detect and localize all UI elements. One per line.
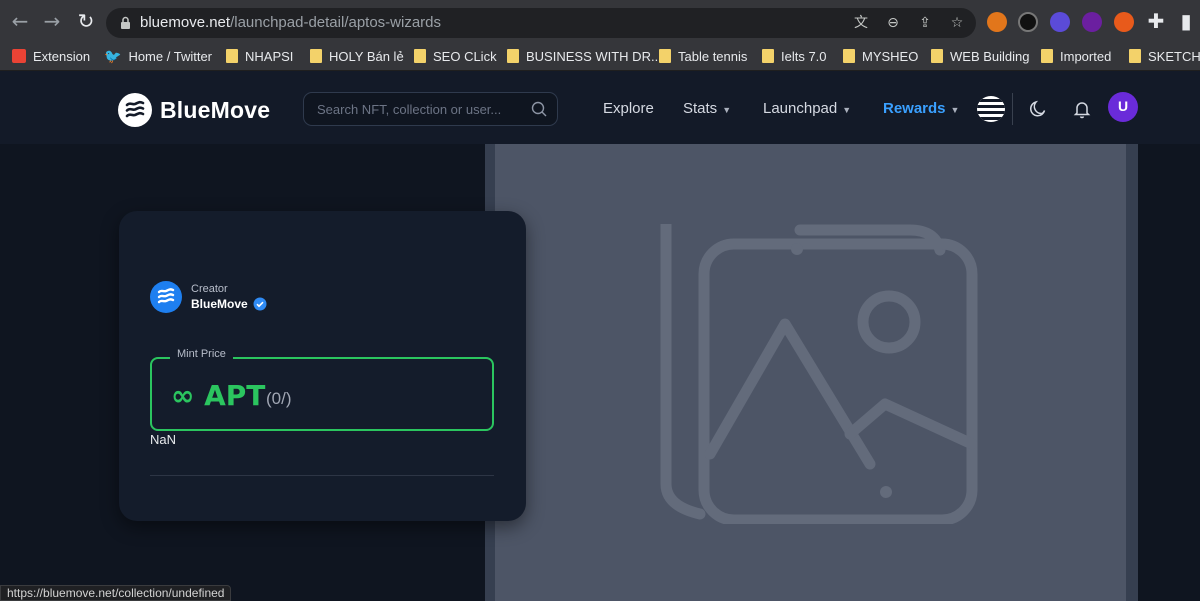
search-icon[interactable] <box>531 101 547 117</box>
twitter-icon: 🐦 <box>104 47 122 64</box>
bookmark[interactable]: MYSHEO <box>843 47 918 65</box>
chevron-down-icon: ▼ <box>950 105 960 115</box>
bookmark[interactable]: WEB Building <box>931 47 1029 65</box>
back-icon[interactable]: ← <box>8 9 32 33</box>
search-input[interactable]: Search NFT, collection or user... <box>303 92 558 126</box>
sidepanel-icon[interactable]: ▮ <box>1174 9 1198 33</box>
folder-icon <box>843 49 855 63</box>
lock-icon <box>121 16 130 29</box>
card-divider <box>150 475 494 476</box>
extension-icon[interactable] <box>1050 12 1070 32</box>
image-placeholder-icon <box>660 224 978 524</box>
mint-price-box: Mint Price ∞ APT (0/) <box>150 348 494 431</box>
zoom-icon[interactable]: ⊖ <box>884 14 902 32</box>
status-bar-url: https://bluemove.net/collection/undefine… <box>0 585 232 601</box>
bookmark[interactable]: Ielts 7.0 <box>762 47 827 65</box>
folder-icon <box>931 49 943 63</box>
moon-icon[interactable] <box>1028 99 1048 119</box>
brand-name: BlueMove <box>160 96 271 123</box>
creator-label: Creator <box>191 283 228 295</box>
share-icon[interactable]: ⇪ <box>916 14 934 32</box>
chevron-down-icon: ▼ <box>722 105 732 115</box>
folder-icon <box>1041 49 1053 63</box>
extension-icon[interactable] <box>1082 12 1102 32</box>
aptos-network-icon[interactable] <box>977 96 1005 122</box>
user-avatar[interactable]: U <box>1108 92 1138 122</box>
star-icon[interactable]: ☆ <box>948 14 966 32</box>
bookmark[interactable]: BUSINESS WITH DR... <box>507 47 662 65</box>
bookmark-favicon-icon <box>12 49 26 63</box>
bookmark[interactable]: Table tennis <box>659 47 747 65</box>
folder-icon <box>226 49 238 63</box>
creator-name[interactable]: BlueMove <box>191 297 267 311</box>
bookmark[interactable]: Extension <box>12 47 90 65</box>
browser-toolbar: ← → ↻ bluemove.net/launchpad-detail/apto… <box>0 0 1200 42</box>
mint-count: (0/) <box>266 389 292 408</box>
metamask-icon[interactable] <box>987 12 1007 32</box>
folder-icon <box>310 49 322 63</box>
header-divider <box>1012 93 1013 125</box>
main-content: Creator BlueMove Mint Price ∞ APT (0/) N… <box>0 144 1200 601</box>
bookmark[interactable]: SKETCHU <box>1129 47 1200 65</box>
bell-icon[interactable] <box>1072 99 1092 119</box>
puzzle-icon[interactable]: ✚ <box>1144 9 1168 33</box>
bookmark[interactable]: Imported <box>1041 47 1111 65</box>
nav-rewards[interactable]: Rewards ▼ <box>883 100 959 117</box>
mint-price-label: Mint Price <box>170 348 233 360</box>
site-header: BlueMove Search NFT, collection or user.… <box>0 71 1200 144</box>
bookmarks-bar: Extension 🐦 Home / Twitter NHAPSI HOLY Bá… <box>0 42 1200 71</box>
bookmark[interactable]: NHAPSI <box>226 47 293 65</box>
folder-icon <box>659 49 671 63</box>
bookmark[interactable]: 🐦 Home / Twitter <box>104 47 212 65</box>
search-placeholder: Search NFT, collection or user... <box>317 102 502 117</box>
folder-icon <box>414 49 426 63</box>
nav-explore[interactable]: Explore <box>603 100 654 117</box>
folder-icon <box>507 49 519 63</box>
translate-icon[interactable]: 文 <box>852 14 870 32</box>
brand-logo[interactable]: BlueMove <box>118 93 270 127</box>
nav-launchpad[interactable]: Launchpad ▼ <box>763 100 851 117</box>
nav-stats[interactable]: Stats ▼ <box>683 100 731 117</box>
bookmark[interactable]: HOLY Bán lẻ <box>310 47 404 65</box>
verified-badge-icon <box>253 297 267 311</box>
extension-icon[interactable] <box>1114 12 1134 32</box>
folder-icon <box>1129 49 1141 63</box>
reload-icon[interactable]: ↻ <box>74 9 98 33</box>
mint-status-text: NaN <box>150 432 177 447</box>
launchpad-info-card: Creator BlueMove Mint Price ∞ APT (0/) N… <box>119 211 526 521</box>
bluemove-logo-icon <box>118 93 152 127</box>
forward-icon[interactable]: → <box>40 9 64 33</box>
extension-icon[interactable] <box>1018 12 1038 32</box>
nft-image-placeholder <box>485 144 1138 601</box>
folder-icon <box>762 49 774 63</box>
bookmark[interactable]: SEO CLick <box>414 47 497 65</box>
mint-price-value: ∞ APT <box>171 379 266 412</box>
url-text: bluemove.net/launchpad-detail/aptos-wiza… <box>140 14 442 31</box>
chevron-down-icon: ▼ <box>842 105 852 115</box>
creator-avatar[interactable] <box>150 281 182 313</box>
address-bar[interactable]: bluemove.net/launchpad-detail/aptos-wiza… <box>106 8 976 38</box>
